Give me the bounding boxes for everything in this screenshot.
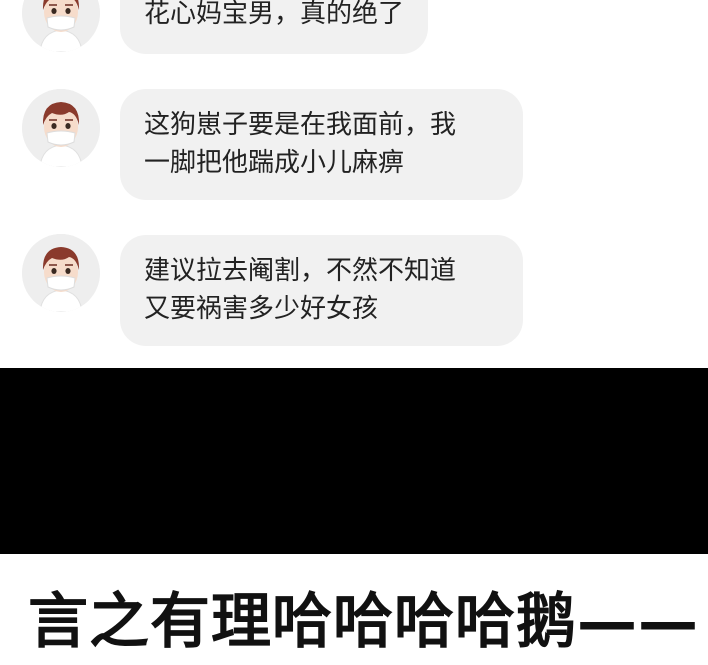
user-avatar-icon[interactable]	[22, 89, 100, 167]
chat-bubble: 花心妈宝男，真的绝了	[120, 0, 429, 54]
caption-text: 言之有理哈哈哈哈鹅——	[28, 587, 699, 657]
chat-message: 这狗崽子要是在我面前，我 一脚把他踹成小儿麻痹	[0, 89, 708, 201]
chat-bubble: 这狗崽子要是在我面前，我 一脚把他踹成小儿麻痹	[120, 89, 523, 200]
chat-message: 建议拉去阉割，不然不知道 又要祸害多少好女孩	[0, 234, 708, 346]
black-divider-band	[0, 368, 708, 554]
message-text-line: 又要祸害多少好女孩	[144, 294, 379, 324]
message-text: 花心妈宝男，真的绝了	[144, 0, 405, 29]
chat-thread: 花心妈宝男，真的绝了 这狗崽子要是在我面前，我 一脚把他踹成小儿麻痹 建议拉去阉…	[0, 0, 708, 368]
caption-area: 言之有理哈哈哈哈鹅——	[0, 554, 708, 665]
chat-message: 花心妈宝男，真的绝了	[0, 0, 708, 64]
user-avatar-icon[interactable]	[22, 0, 100, 52]
chat-bubble: 建议拉去阉割，不然不知道 又要祸害多少好女孩	[120, 235, 523, 346]
message-text-line: 一脚把他踹成小儿麻痹	[144, 148, 405, 178]
message-text-line: 建议拉去阉割，不然不知道	[144, 256, 457, 286]
message-text-line: 这狗崽子要是在我面前，我	[144, 110, 457, 140]
user-avatar-icon[interactable]	[22, 234, 100, 312]
